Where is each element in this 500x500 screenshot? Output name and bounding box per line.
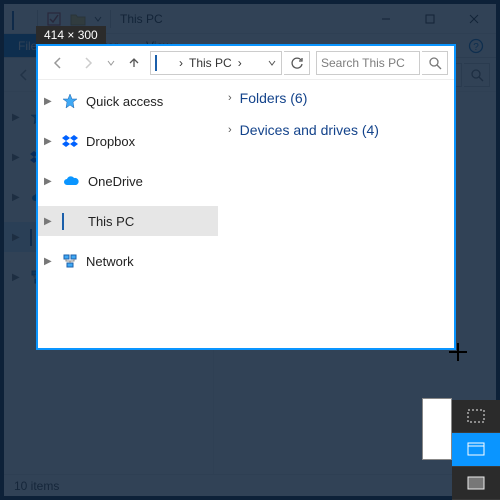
- status-bar: 10 items: [4, 474, 496, 496]
- group-devices[interactable]: › Devices and drives (4): [228, 122, 379, 138]
- sidebar-item-label: Network: [86, 254, 134, 269]
- snip-selection[interactable]: › This PC › Search This PC ▶ Quick acces…: [36, 44, 456, 350]
- recent-dropdown[interactable]: [104, 50, 118, 76]
- sidebar-item-label: This PC: [88, 214, 134, 229]
- chevron-right-icon[interactable]: ▶: [12, 232, 22, 243]
- sidebar-item-this-pc[interactable]: ▶ This PC: [38, 206, 218, 236]
- search-input[interactable]: Search This PC: [316, 51, 420, 75]
- forward-button[interactable]: [74, 50, 102, 76]
- cloud-icon: [62, 174, 80, 188]
- chevron-right-icon[interactable]: ›: [228, 124, 232, 136]
- chevron-right-icon[interactable]: ▶: [44, 176, 54, 187]
- dropbox-icon: [62, 133, 78, 149]
- address-sep: ›: [238, 56, 242, 70]
- snip-thumbnail: [422, 398, 452, 460]
- snip-mode-rect[interactable]: [452, 400, 500, 433]
- sidebar-item-label: Quick access: [86, 94, 163, 109]
- chevron-right-icon[interactable]: ▶: [12, 152, 22, 163]
- chevron-right-icon[interactable]: ▶: [44, 216, 54, 227]
- snip-content: › This PC › Search This PC ▶ Quick acces…: [38, 46, 454, 348]
- close-button[interactable]: [452, 4, 496, 34]
- sidebar-item-dropbox[interactable]: ▶ Dropbox: [38, 126, 218, 156]
- maximize-button[interactable]: [408, 4, 452, 34]
- minimize-button[interactable]: [364, 4, 408, 34]
- sidebar-item-label: Dropbox: [86, 134, 135, 149]
- sidebar-item-network[interactable]: ▶ Network: [38, 246, 218, 276]
- sidebar-item-quick-access[interactable]: ▶ Quick access: [38, 86, 218, 116]
- window-title: This PC: [120, 12, 163, 26]
- group-label: Folders (6): [240, 90, 308, 106]
- sidebar-item-label: OneDrive: [88, 174, 143, 189]
- search-placeholder: Search This PC: [321, 56, 405, 70]
- search-button[interactable]: [464, 63, 490, 87]
- chevron-right-icon[interactable]: ›: [228, 92, 232, 104]
- monitor-icon: [62, 214, 80, 228]
- chevron-right-icon[interactable]: ▶: [12, 192, 22, 203]
- snip-mode-window[interactable]: [452, 433, 500, 466]
- status-text: 10 items: [14, 479, 59, 493]
- back-button[interactable]: [10, 62, 38, 88]
- chevron-right-icon[interactable]: ▶: [44, 136, 54, 147]
- network-icon: [62, 253, 78, 269]
- monitor-icon: [155, 56, 173, 70]
- group-label: Devices and drives (4): [240, 122, 379, 138]
- sidebar-item-onedrive[interactable]: ▶ OneDrive: [38, 166, 218, 196]
- snip-size-tooltip: 414 × 300: [36, 26, 106, 44]
- group-folders[interactable]: › Folders (6): [228, 90, 379, 106]
- search-button[interactable]: [422, 51, 448, 75]
- chevron-right-icon[interactable]: ▶: [12, 272, 22, 283]
- address-bar[interactable]: › This PC ›: [150, 51, 282, 75]
- star-icon: [62, 93, 78, 109]
- address-title[interactable]: This PC: [189, 56, 232, 70]
- help-button[interactable]: ?: [456, 34, 496, 57]
- svg-text:?: ?: [473, 42, 479, 53]
- crosshair-cursor-icon: [449, 343, 467, 361]
- chevron-right-icon[interactable]: ▶: [44, 256, 54, 267]
- chevron-down-icon[interactable]: [267, 58, 277, 68]
- app-icon: [10, 8, 32, 30]
- snip-mode-full[interactable]: [452, 467, 500, 500]
- up-button[interactable]: [120, 50, 148, 76]
- address-sep: ›: [179, 56, 183, 70]
- chevron-right-icon[interactable]: ▶: [44, 96, 54, 107]
- back-button[interactable]: [44, 50, 72, 76]
- snip-toolbar: [452, 400, 500, 500]
- chevron-right-icon[interactable]: ▶: [12, 112, 22, 123]
- refresh-button[interactable]: [284, 51, 310, 75]
